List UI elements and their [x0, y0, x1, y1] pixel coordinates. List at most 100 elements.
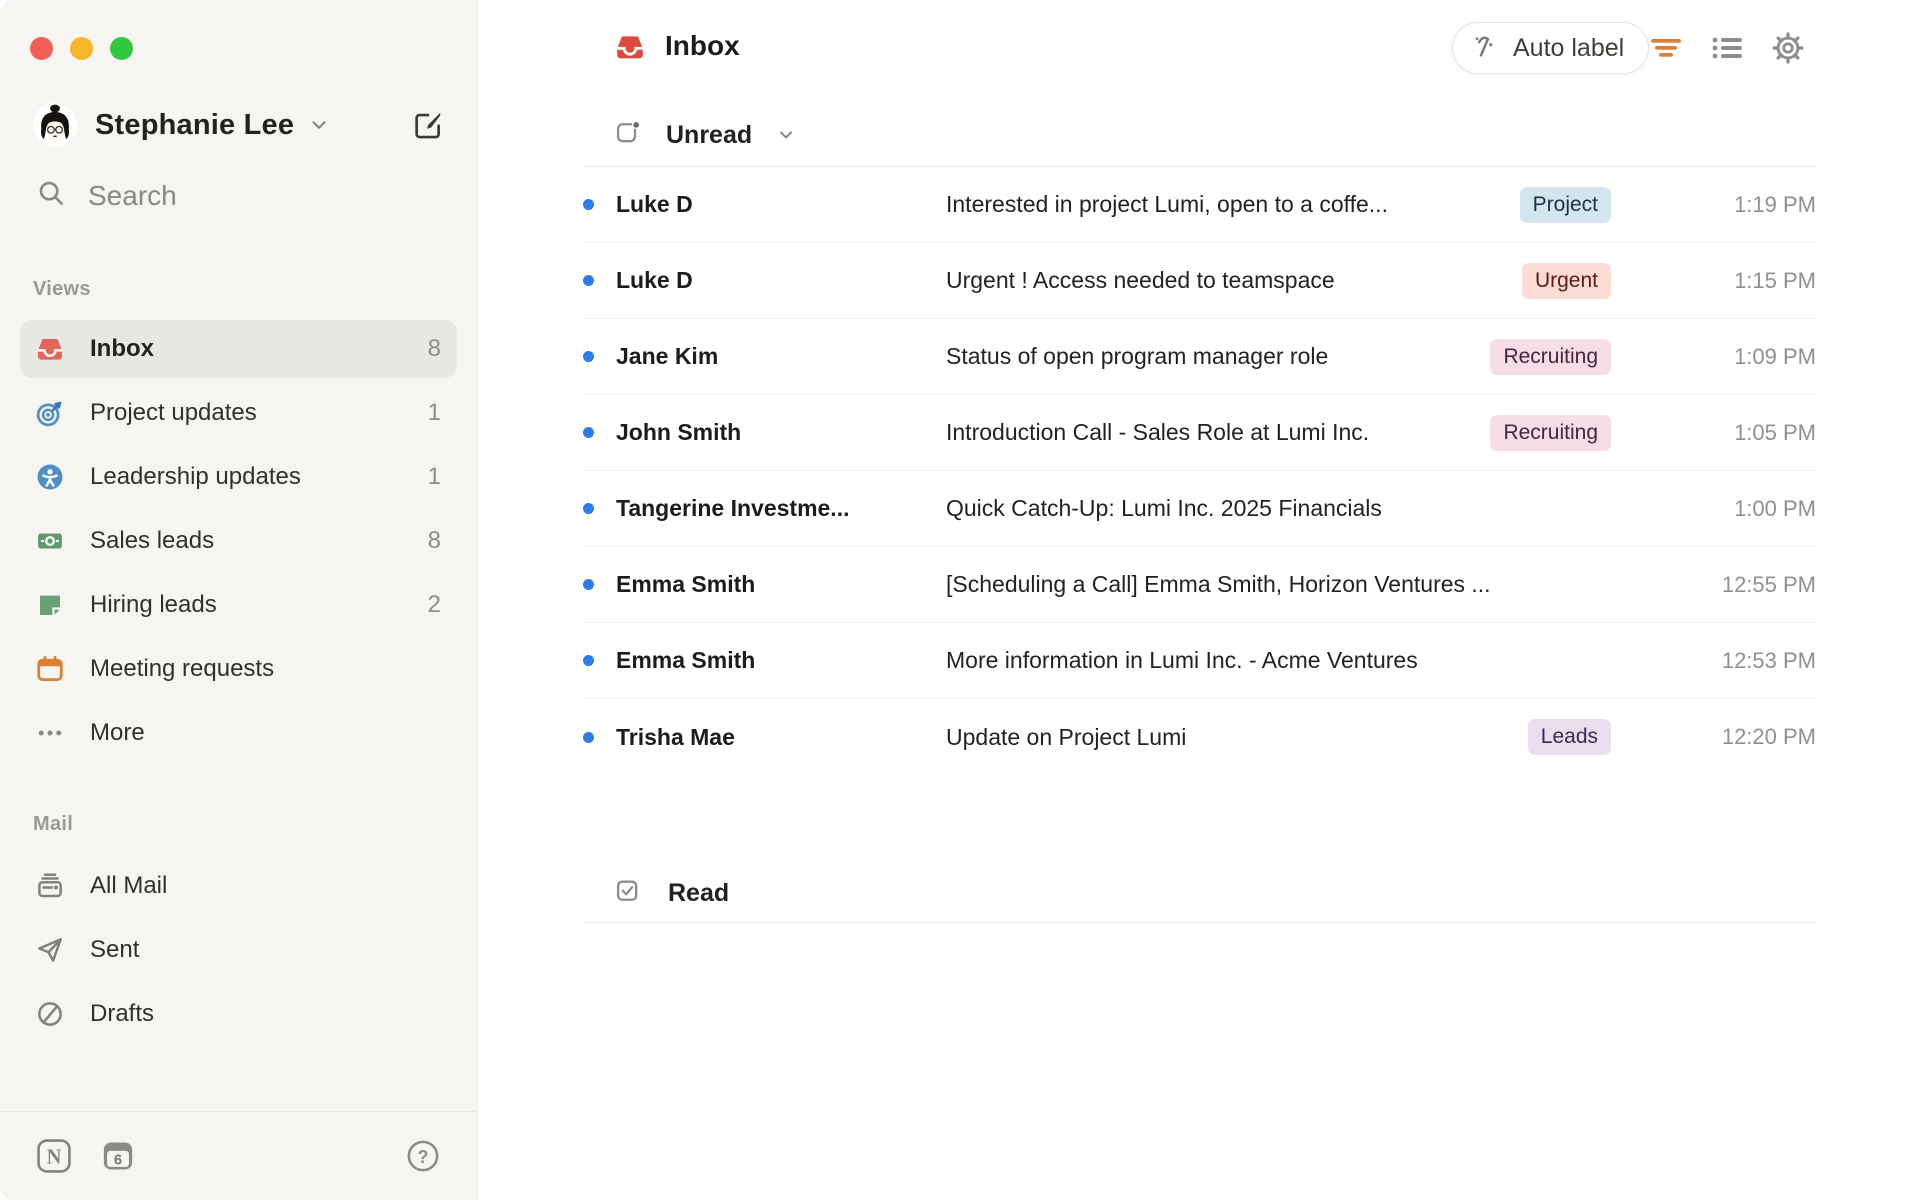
email-subject: Introduction Call - Sales Role at Lumi I…: [946, 419, 1370, 445]
email-time: 1:09 PM: [1734, 343, 1816, 369]
search-input[interactable]: Search: [36, 178, 177, 213]
email-subject: [Scheduling a Call] Emma Smith, Horizon …: [946, 571, 1491, 597]
unread-dot: [583, 579, 594, 590]
email-row[interactable]: Luke D Interested in project Lumi, open …: [583, 167, 1816, 243]
email-subject: Update on Project Lumi: [946, 723, 1187, 750]
label-badge[interactable]: Leads: [1527, 719, 1611, 755]
minimize-window-button[interactable]: [70, 37, 93, 60]
wand-icon: [1471, 31, 1501, 66]
email-row[interactable]: Emma Smith [Scheduling a Call] Emma Smit…: [583, 547, 1816, 623]
avatar: [33, 103, 77, 147]
sidebar-item-meeting-requests[interactable]: Meeting requests: [20, 640, 457, 698]
list-view-icon[interactable]: [1706, 27, 1748, 69]
chevron-down-icon: [776, 125, 796, 150]
email-row[interactable]: John Smith Introduction Call - Sales Rol…: [583, 395, 1816, 471]
main-content: Inbox Auto label Unread Luke D Intereste…: [479, 0, 1920, 1200]
sidebar-item-label: Hiring leads: [90, 591, 217, 618]
email-sender: Emma Smith: [616, 647, 756, 673]
filter-icon[interactable]: [1645, 27, 1687, 69]
inbox-icon: [34, 333, 66, 365]
unread-dot: [583, 199, 594, 210]
email-row[interactable]: Trisha Mae Update on Project Lumi Leads …: [583, 699, 1816, 775]
email-time: 1:00 PM: [1734, 495, 1816, 521]
page-title: Inbox: [665, 30, 740, 61]
label-badge[interactable]: Project: [1519, 186, 1611, 223]
email-row[interactable]: Tangerine Investme... Quick Catch-Up: Lu…: [583, 471, 1816, 547]
sidebar-item-all-mail[interactable]: All Mail: [20, 857, 457, 915]
read-section-divider: [583, 922, 1816, 923]
zoom-window-button[interactable]: [110, 37, 133, 60]
sidebar-item-label: Meeting requests: [90, 655, 275, 682]
unread-dot: [583, 275, 594, 286]
gear-icon[interactable]: [1767, 27, 1809, 69]
email-time: 12:20 PM: [1721, 724, 1816, 749]
sidebar-item-inbox[interactable]: Inbox 8: [20, 320, 457, 378]
email-row[interactable]: Emma Smith More information in Lumi Inc.…: [583, 623, 1816, 699]
sidebar-item-label: Inbox: [90, 335, 154, 362]
draft-icon: [34, 998, 66, 1030]
sidebar-item-label: Drafts: [90, 1000, 155, 1027]
chevron-down-icon: [308, 114, 330, 141]
email-time: 12:53 PM: [1721, 647, 1816, 673]
label-badge[interactable]: Urgent: [1521, 262, 1611, 299]
notion-calendar-icon[interactable]: 6: [100, 1138, 136, 1174]
email-list: Luke D Interested in project Lumi, open …: [583, 166, 1816, 775]
read-section-header[interactable]: Read: [614, 877, 729, 910]
email-sender: Jane Kim: [616, 343, 719, 369]
target-icon: [34, 397, 66, 429]
email-sender: Emma Smith: [616, 571, 756, 597]
email-sender: John Smith: [616, 419, 742, 445]
ellipsis-icon: [34, 717, 66, 749]
send-icon: [34, 934, 66, 966]
email-sender: Trisha Mae: [616, 723, 735, 750]
calendar-day-number: 6: [114, 1152, 122, 1168]
auto-label-button[interactable]: Auto label: [1452, 22, 1650, 74]
svg-text:N: N: [47, 1147, 62, 1169]
help-icon[interactable]: ?: [405, 1138, 441, 1174]
sidebar-item-project-updates[interactable]: Project updates 1: [20, 384, 457, 442]
sidebar-item-label: Project updates: [90, 399, 257, 426]
unread-count: 8: [427, 335, 441, 362]
sidebar-item-leadership-updates[interactable]: Leadership updates 1: [20, 448, 457, 506]
sidebar: Stephanie Lee Search Views Inbox 8 Proje…: [0, 0, 478, 1200]
notion-logo-icon[interactable]: N: [36, 1138, 72, 1174]
email-row[interactable]: Luke D Urgent ! Access needed to teamspa…: [583, 243, 1816, 319]
email-time: 1:05 PM: [1734, 419, 1816, 445]
email-subject: Quick Catch-Up: Lumi Inc. 2025 Financial…: [946, 495, 1382, 521]
mail-list: All Mail Sent Drafts: [20, 857, 457, 1049]
label-badge[interactable]: Recruiting: [1490, 338, 1611, 375]
account-switcher[interactable]: Stephanie Lee: [33, 101, 447, 149]
email-time: 1:19 PM: [1734, 191, 1816, 217]
all-mail-icon: [34, 870, 66, 902]
unread-count: 1: [427, 399, 441, 426]
unread-dot: [583, 655, 594, 666]
compose-icon[interactable]: [409, 106, 447, 144]
sidebar-item-sent[interactable]: Sent: [20, 921, 457, 979]
email-row[interactable]: Jane Kim Status of open program manager …: [583, 319, 1816, 395]
label-badge[interactable]: Recruiting: [1490, 414, 1611, 451]
unread-dot: [583, 503, 594, 514]
sidebar-item-label: Leadership updates: [90, 463, 301, 490]
close-window-button[interactable]: [30, 37, 53, 60]
unread-dot: [583, 731, 594, 743]
sidebar-item-sales-leads[interactable]: Sales leads 8: [20, 512, 457, 570]
unread-section-header[interactable]: Unread: [614, 119, 796, 152]
unread-count: 8: [427, 527, 441, 554]
sidebar-item-label: All Mail: [90, 872, 168, 899]
app-window: Stephanie Lee Search Views Inbox 8 Proje…: [0, 0, 1920, 1200]
search-icon: [36, 178, 66, 213]
unread-marker-icon: [614, 119, 642, 152]
read-section-title: Read: [668, 879, 730, 907]
sidebar-item-label: Sent: [90, 936, 140, 963]
sidebar-item-label: Sales leads: [90, 527, 215, 554]
sidebar-item-drafts[interactable]: Drafts: [20, 985, 457, 1043]
views-list: Inbox 8 Project updates 1 Leadership upd…: [20, 320, 457, 768]
unread-dot: [583, 427, 594, 438]
sidebar-item-hiring-leads[interactable]: Hiring leads 2: [20, 576, 457, 634]
sidebar-item-more[interactable]: More: [20, 704, 457, 762]
unread-count: 2: [427, 591, 441, 618]
email-sender: Tangerine Investme...: [616, 495, 850, 521]
email-sender: Luke D: [616, 267, 693, 293]
inbox-icon: [614, 31, 646, 68]
email-subject: Status of open program manager role: [946, 343, 1329, 369]
